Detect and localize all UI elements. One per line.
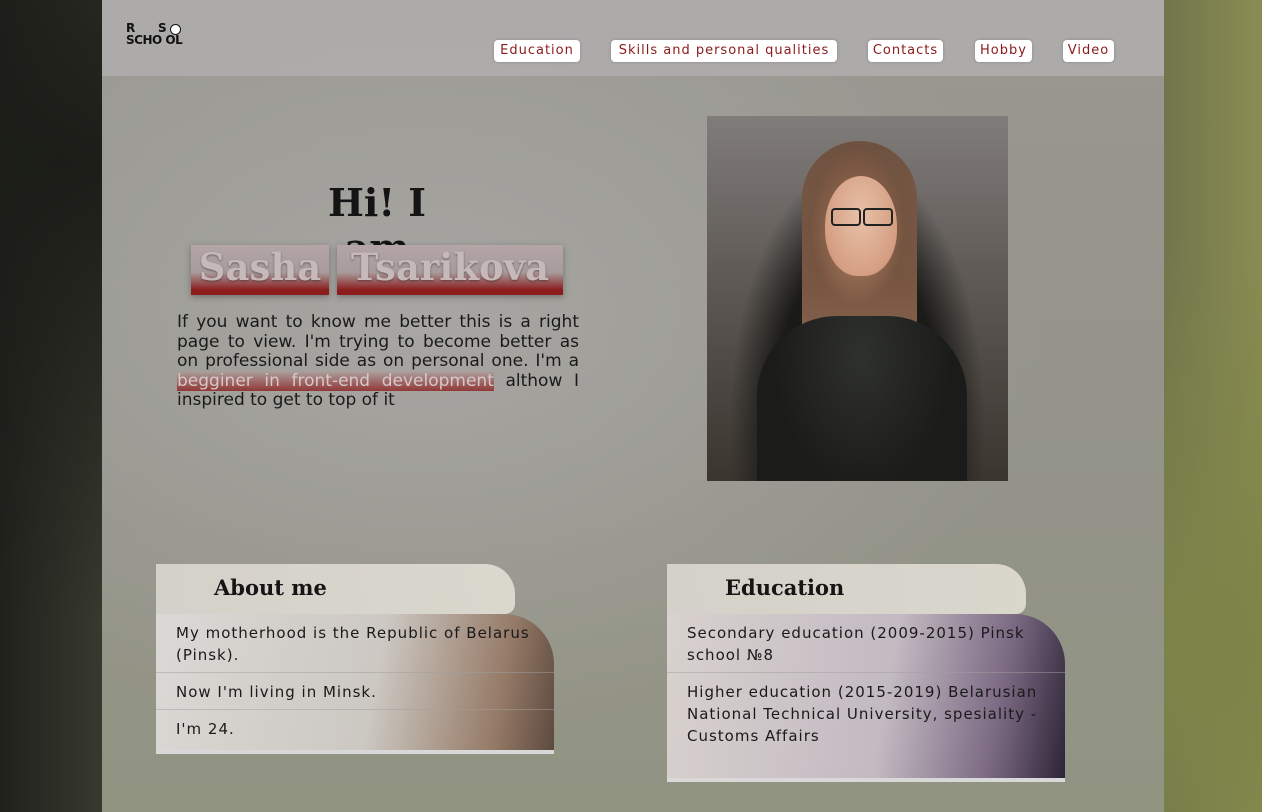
about-item: My motherhood is the Republic of Belarus…	[156, 614, 554, 673]
nav-contacts[interactable]: Contacts	[868, 40, 943, 62]
nav-education[interactable]: Education	[494, 40, 580, 62]
header: R S SCHO OL Education Skills and persona…	[102, 0, 1164, 76]
nav-video[interactable]: Video	[1063, 40, 1114, 62]
education-title: Education	[725, 575, 845, 600]
about-item: I'm 24.	[176, 720, 235, 738]
nav-skills[interactable]: Skills and personal qualities	[611, 40, 837, 62]
photo-jacket	[757, 316, 967, 481]
education-title-bar: Education	[667, 564, 1026, 614]
education-item: Higher education (2015-2019) Belarusian …	[687, 683, 1038, 745]
page-container: R S SCHO OL Education Skills and persona…	[102, 0, 1164, 812]
first-name: Sasha	[198, 245, 322, 289]
nav-hobby[interactable]: Hobby	[975, 40, 1032, 62]
main-nav: Education Skills and personal qualities …	[102, 40, 1164, 64]
profile-photo	[707, 116, 1008, 481]
about-item: Now I'm living in Minsk.	[156, 673, 554, 710]
about-title: About me	[214, 575, 327, 600]
education-item: Secondary education (2009-2015) Pinsk sc…	[667, 614, 1065, 673]
last-name-box: Tsarikova	[337, 245, 563, 295]
about-title-bar: About me	[156, 564, 515, 614]
intro-text-start: If you want to know me better this is a …	[177, 312, 579, 371]
education-card: Secondary education (2009-2015) Pinsk sc…	[667, 614, 1065, 782]
photo-glasses	[831, 208, 893, 226]
first-name-box: Sasha	[191, 245, 329, 295]
intro-paragraph: If you want to know me better this is a …	[177, 312, 579, 411]
photo-face	[825, 176, 897, 276]
about-card: My motherhood is the Republic of Belarus…	[156, 614, 554, 754]
last-name: Tsarikova	[350, 245, 550, 289]
intro-highlight: begginer in front-end development	[177, 370, 494, 391]
